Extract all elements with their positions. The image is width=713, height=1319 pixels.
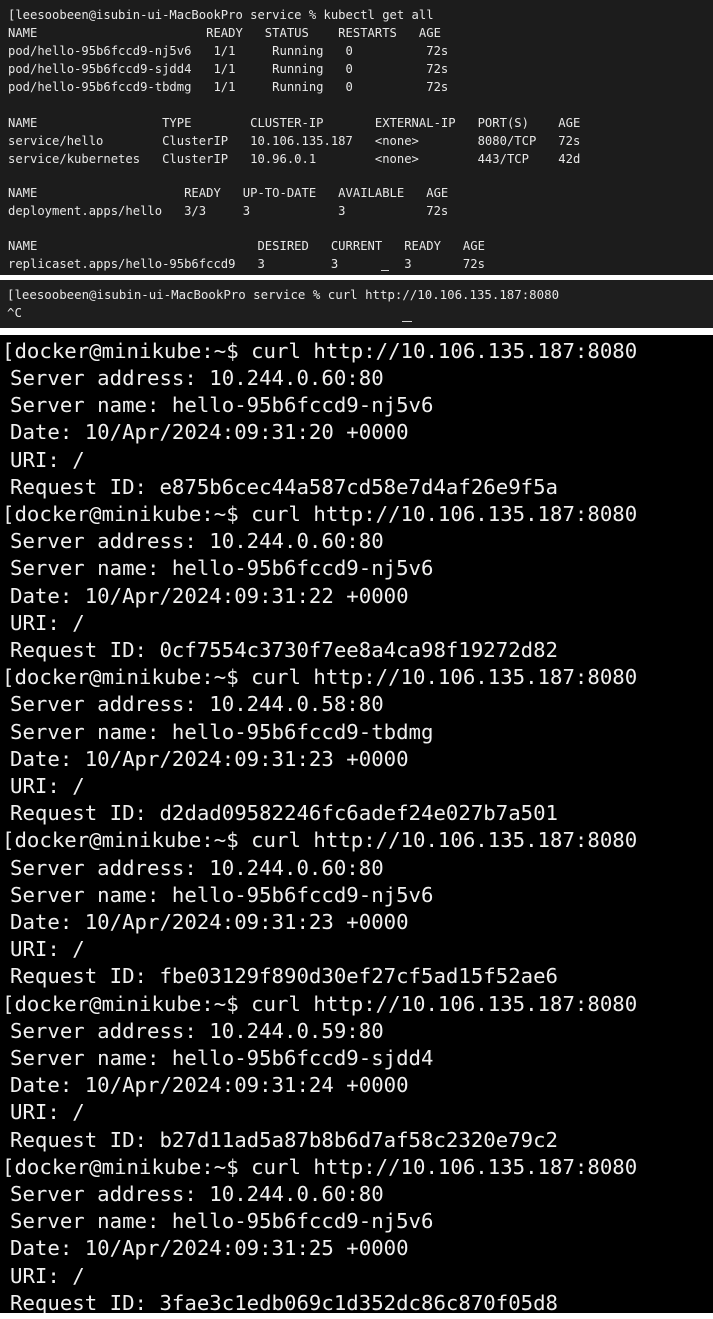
date-line: Date: 10/Apr/2024:09:31:22 +0000	[10, 583, 409, 608]
deployment-row: deployment.apps/hello 3/3 3 3 72s	[8, 204, 449, 218]
prompt-line: [docker@minikube:~$ curl http://10.106.1…	[2, 665, 638, 690]
server-name-line: Server name: hello-95b6fccd9-nj5v6	[10, 393, 434, 418]
prompt-line: [docker@minikube:~$ curl http://10.106.1…	[2, 338, 638, 363]
interrupt-output: ^C	[7, 305, 22, 320]
pod-row: pod/hello-95b6fccd9-tbdmg 1/1 Running 0 …	[8, 80, 449, 94]
date-line: Date: 10/Apr/2024:09:31:24 +0000	[10, 1073, 409, 1098]
date-line: Date: 10/Apr/2024:09:31:23 +0000	[10, 909, 409, 934]
prompt-line: [leesoobeen@isubin-ui-MacBookPro service…	[7, 287, 560, 302]
server-address-line: Server address: 10.244.0.60:80	[10, 365, 384, 390]
uri-line: URI: /	[10, 447, 85, 472]
uri-line: URI: /	[10, 610, 85, 635]
request-id-line: Request ID: e875b6cec44a587cd58e7d4af26e…	[10, 474, 559, 499]
replicaset-header-row: NAME DESIRED CURRENT READY AGE	[8, 239, 485, 253]
prompt-line: [docker@minikube:~$ curl http://10.106.1…	[2, 991, 638, 1016]
uri-line: URI: /	[10, 937, 85, 962]
uri-line: URI: /	[10, 773, 85, 798]
pod-row: pod/hello-95b6fccd9-sjdd4 1/1 Running 0 …	[8, 62, 449, 76]
date-line: Date: 10/Apr/2024:09:31:25 +0000	[10, 1236, 409, 1261]
pods-header-row: NAME READY STATUS RESTARTS AGE	[8, 26, 441, 40]
prompt-line: [docker@minikube:~$ curl http://10.106.1…	[2, 501, 638, 526]
request-id-line: Request ID: fbe03129f890d30ef27cf5ad15f5…	[10, 964, 559, 989]
text-cursor	[402, 321, 412, 322]
server-name-line: Server name: hello-95b6fccd9-nj5v6	[10, 1209, 434, 1234]
kubectl-terminal-panel[interactable]: [leesoobeen@isubin-ui-MacBookPro service…	[0, 0, 713, 275]
server-name-line: Server name: hello-95b6fccd9-nj5v6	[10, 556, 434, 581]
deployment-header-row: NAME READY UP-TO-DATE AVAILABLE AGE	[8, 186, 449, 200]
uri-line: URI: /	[10, 1100, 85, 1125]
date-line: Date: 10/Apr/2024:09:31:23 +0000	[10, 746, 409, 771]
prompt-line: [leesoobeen@isubin-ui-MacBookPro service…	[8, 8, 434, 22]
service-row: service/kubernetes ClusterIP 10.96.0.1 <…	[8, 152, 581, 166]
services-header-row: NAME TYPE CLUSTER-IP EXTERNAL-IP PORT(S)…	[8, 116, 581, 130]
request-id-line: Request ID: 3fae3c1edb069c1d352dc86c870f…	[10, 1290, 559, 1313]
server-name-line: Server name: hello-95b6fccd9-tbdmg	[10, 719, 434, 744]
replicaset-row: replicaset.apps/hello-95b6fccd9 3 3 3 72…	[8, 257, 485, 271]
service-row: service/hello ClusterIP 10.106.135.187 <…	[8, 134, 581, 148]
server-name-line: Server name: hello-95b6fccd9-sjdd4	[10, 1045, 434, 1070]
minikube-terminal-panel[interactable]: [docker@minikube:~$ curl http://10.106.1…	[0, 335, 713, 1313]
request-id-line: Request ID: 0cf7554c3730f7ee8a4ca98f1927…	[10, 637, 559, 662]
uri-line: URI: /	[10, 1263, 85, 1288]
request-id-line: Request ID: d2dad09582246fc6adef24e027b7…	[10, 801, 559, 826]
mac-curl-terminal-panel[interactable]: [leesoobeen@isubin-ui-MacBookPro service…	[0, 280, 713, 328]
server-address-line: Server address: 10.244.0.60:80	[10, 1181, 384, 1206]
server-address-line: Server address: 10.244.0.59:80	[10, 1018, 384, 1043]
date-line: Date: 10/Apr/2024:09:31:20 +0000	[10, 420, 409, 445]
request-id-line: Request ID: b27d11ad5a87b8b6d7af58c2320e…	[10, 1127, 559, 1152]
pod-row: pod/hello-95b6fccd9-nj5v6 1/1 Running 0 …	[8, 44, 449, 58]
prompt-line: [docker@minikube:~$ curl http://10.106.1…	[2, 828, 638, 853]
server-address-line: Server address: 10.244.0.60:80	[10, 529, 384, 554]
prompt-line: [docker@minikube:~$ curl http://10.106.1…	[2, 1154, 638, 1179]
text-cursor	[381, 270, 389, 271]
server-name-line: Server name: hello-95b6fccd9-nj5v6	[10, 882, 434, 907]
server-address-line: Server address: 10.244.0.60:80	[10, 855, 384, 880]
server-address-line: Server address: 10.244.0.58:80	[10, 692, 384, 717]
